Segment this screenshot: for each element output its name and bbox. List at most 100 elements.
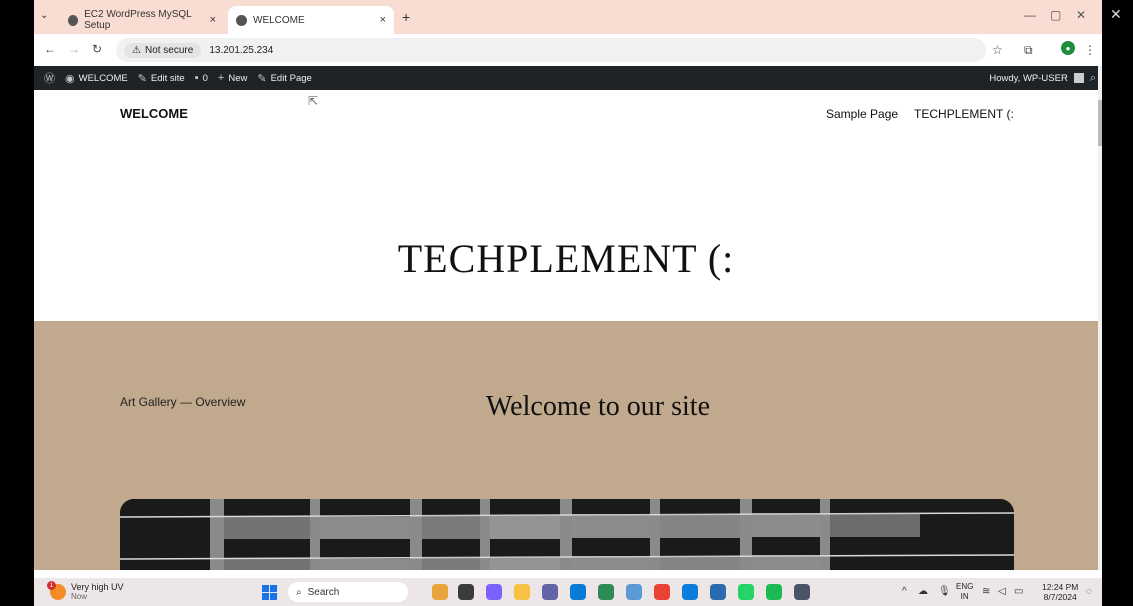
nav-sample-page[interactable]: Sample Page bbox=[826, 107, 898, 121]
search-icon[interactable]: ⌕ bbox=[1090, 72, 1096, 85]
tab-title: WELCOME bbox=[253, 14, 305, 26]
tab-bar: ⌄ EC2 WordPress MySQL Setup × WELCOME × … bbox=[34, 0, 1102, 34]
warning-icon: ⚠ bbox=[132, 44, 141, 56]
outer-window-edge: ✕ bbox=[1102, 0, 1133, 606]
volume-icon[interactable]: ◁ bbox=[998, 586, 1006, 597]
close-window-icon[interactable]: ✕ bbox=[1076, 8, 1086, 22]
menu-kebab-icon[interactable]: ⋮ bbox=[1084, 43, 1096, 57]
site-nav: Sample Page TECHPLEMENT (: bbox=[826, 107, 1014, 121]
mail-icon[interactable] bbox=[570, 584, 586, 600]
app-icon[interactable] bbox=[794, 584, 810, 600]
language-top: ENG bbox=[956, 582, 974, 591]
taskbar-search-label: Search bbox=[307, 586, 340, 598]
new-label: New bbox=[228, 72, 248, 84]
page-content: WELCOME Sample Page TECHPLEMENT (: TECHP… bbox=[34, 90, 1098, 570]
task-view-icon[interactable] bbox=[458, 584, 474, 600]
close-tab-icon[interactable]: × bbox=[210, 14, 216, 26]
hero-band: Art Gallery — Overview Welcome to our si… bbox=[34, 321, 1098, 570]
language-bottom: IN bbox=[960, 592, 969, 601]
whatsapp-icon[interactable] bbox=[738, 584, 754, 600]
new-content-link[interactable]: + New bbox=[218, 72, 247, 84]
pencil-icon: ✎ bbox=[257, 72, 267, 85]
comment-icon: ▪ bbox=[194, 72, 199, 84]
dashboard-icon: ◉ bbox=[65, 72, 75, 85]
mouse-cursor-icon: ⇱ bbox=[308, 94, 319, 108]
not-secure-label: Not secure bbox=[144, 44, 194, 56]
howdy-user-link[interactable]: Howdy, WP-USER bbox=[989, 73, 1067, 84]
building-photo bbox=[120, 499, 1014, 570]
forward-arrow-icon[interactable]: → bbox=[68, 42, 80, 56]
wifi-icon[interactable]: ≋ bbox=[982, 586, 990, 597]
clock-date: 8/7/2024 bbox=[1043, 592, 1077, 602]
minimize-icon[interactable]: — bbox=[1024, 8, 1036, 22]
browser-toolbar: ← → ↻ ⚠ Not secure 13.201.25.234 ☆ ⧉ ⋮ bbox=[34, 34, 1102, 66]
microphone-icon[interactable]: 🎙 bbox=[938, 586, 951, 597]
close-tab-icon[interactable]: × bbox=[380, 14, 386, 26]
file-explorer-icon[interactable] bbox=[514, 584, 530, 600]
system-clock[interactable]: 12:24 PM 8/7/2024 bbox=[1042, 582, 1078, 602]
back-arrow-icon[interactable]: ← bbox=[44, 42, 56, 56]
brush-icon: ✎ bbox=[137, 72, 147, 85]
taskbar-search[interactable]: ⌕ Search bbox=[288, 582, 408, 602]
globe-icon bbox=[236, 14, 247, 26]
chrome-icon[interactable] bbox=[654, 584, 670, 600]
weather-title: Very high UV bbox=[71, 582, 124, 592]
weather-sub: Now bbox=[71, 592, 88, 601]
site-header: WELCOME Sample Page TECHPLEMENT (: bbox=[34, 90, 1098, 140]
tab-title: EC2 WordPress MySQL Setup bbox=[84, 9, 192, 31]
restore-icon[interactable]: ▢ bbox=[1050, 8, 1061, 22]
tab-search-chevron-icon[interactable]: ⌄ bbox=[40, 10, 48, 21]
show-hidden-icons-chevron-icon[interactable]: ^ bbox=[902, 586, 907, 597]
building-photo-graphic bbox=[120, 499, 1014, 570]
nav-techplement[interactable]: TECHPLEMENT (: bbox=[914, 107, 1014, 121]
welcome-heading: Welcome to our site bbox=[486, 391, 711, 422]
hero-title: TECHPLEMENT (: bbox=[397, 236, 735, 281]
language-indicator[interactable]: ENG IN bbox=[956, 582, 973, 602]
edit-site-link[interactable]: ✎ Edit site bbox=[138, 72, 185, 85]
battery-icon[interactable]: ▭ bbox=[1014, 586, 1023, 597]
sun-icon: 1 bbox=[47, 581, 66, 600]
weather-widget[interactable]: 1 Very high UV Now bbox=[47, 581, 124, 602]
hp-app-icon[interactable] bbox=[710, 584, 726, 600]
address-bar[interactable]: ⚠ Not secure 13.201.25.234 bbox=[116, 38, 986, 62]
extensions-icon[interactable]: ⧉ bbox=[1024, 43, 1033, 58]
comments-link[interactable]: ▪ 0 bbox=[195, 72, 208, 84]
windows-taskbar: 1 Very high UV Now ⌕ Search ^ ☁ 🎙 ENG IN… bbox=[34, 578, 1102, 606]
app-icon[interactable] bbox=[598, 584, 614, 600]
tab-ec2-setup[interactable]: EC2 WordPress MySQL Setup × bbox=[60, 6, 224, 34]
windows-start-icon[interactable] bbox=[262, 585, 277, 600]
admin-site-link[interactable]: ◉ WELCOME bbox=[65, 72, 128, 85]
network-app-icon[interactable] bbox=[626, 584, 642, 600]
profile-avatar[interactable]: ● bbox=[1061, 41, 1075, 55]
gallery-label: Art Gallery — Overview bbox=[120, 395, 246, 409]
reload-icon[interactable]: ↻ bbox=[92, 42, 102, 56]
widget-app-icon[interactable] bbox=[432, 584, 448, 600]
wp-admin-bar: Ⓦ ◉ WELCOME ✎ Edit site ▪ 0 + New ✎ Edit… bbox=[34, 66, 1102, 90]
edit-page-link[interactable]: ✎ Edit Page bbox=[257, 72, 311, 85]
plus-icon: + bbox=[217, 72, 225, 84]
edit-page-label: Edit Page bbox=[270, 72, 312, 84]
url-text: 13.201.25.234 bbox=[209, 44, 274, 56]
tab-welcome[interactable]: WELCOME × bbox=[228, 6, 394, 34]
user-avatar[interactable] bbox=[1073, 73, 1084, 83]
new-tab-icon[interactable]: + bbox=[402, 9, 410, 25]
wordpress-logo-icon[interactable]: Ⓦ bbox=[44, 70, 55, 86]
weather-badge: 1 bbox=[47, 581, 56, 590]
notification-bell-icon[interactable]: ◌ bbox=[1086, 586, 1092, 597]
site-title[interactable]: WELCOME bbox=[120, 106, 188, 121]
teams-icon[interactable] bbox=[542, 584, 558, 600]
edit-site-label: Edit site bbox=[150, 72, 185, 84]
globe-icon bbox=[68, 14, 79, 26]
outer-close-icon[interactable]: ✕ bbox=[1110, 6, 1122, 23]
copilot-icon[interactable] bbox=[486, 584, 502, 600]
bookmark-star-icon[interactable]: ☆ bbox=[992, 43, 1003, 57]
search-icon: ⌕ bbox=[296, 586, 302, 598]
not-secure-badge[interactable]: ⚠ Not secure bbox=[124, 42, 202, 58]
spotify-icon[interactable] bbox=[766, 584, 782, 600]
cloud-sync-icon[interactable]: ☁ bbox=[918, 586, 928, 597]
comments-count: 0 bbox=[202, 72, 208, 84]
edge-icon[interactable] bbox=[682, 584, 698, 600]
clock-time: 12:24 PM bbox=[1042, 582, 1079, 592]
screen: ⌄ EC2 WordPress MySQL Setup × WELCOME × … bbox=[34, 0, 1102, 606]
admin-site-label: WELCOME bbox=[78, 72, 128, 84]
